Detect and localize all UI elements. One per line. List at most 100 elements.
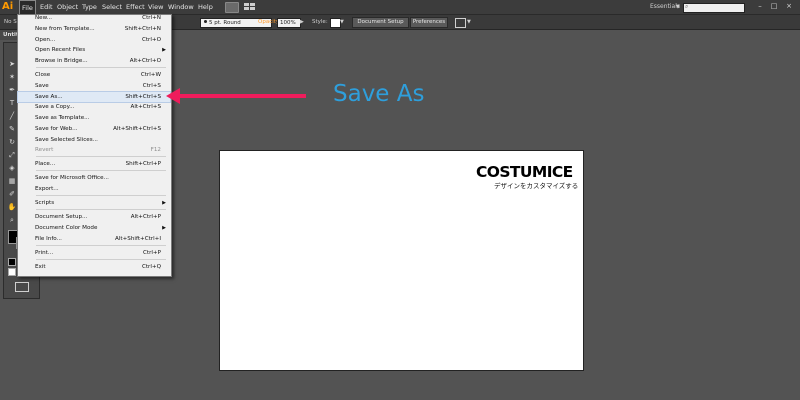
- file-menu-item[interactable]: Save a Copy... Alt+Ctrl+S: [18, 102, 170, 112]
- selection-tool-icon[interactable]: ➤: [7, 60, 17, 69]
- preferences-button[interactable]: Preferences: [410, 17, 448, 28]
- menu-separator: [36, 195, 166, 196]
- menu-item-shortcut: Ctrl+O: [141, 37, 161, 43]
- file-menu-item[interactable]: Open Recent Files ▶: [18, 45, 170, 55]
- menu-item-shortcut: Shift+Ctrl+N: [124, 26, 161, 32]
- file-menu-item[interactable]: Save as Template...: [18, 113, 170, 123]
- menu-item-label: Place...: [35, 161, 56, 167]
- file-menu-item[interactable]: Close Ctrl+W: [18, 70, 170, 80]
- arrange-documents-icon[interactable]: [243, 2, 261, 11]
- menu-item-label: Save Selected Slices...: [35, 137, 98, 143]
- menu-item-shortcut: Shift+Ctrl+P: [125, 161, 161, 167]
- opacity-field[interactable]: 100%: [277, 18, 301, 28]
- file-menu-item[interactable]: Browse in Bridge... Alt+Ctrl+O: [18, 56, 170, 66]
- menu-edit[interactable]: Edit: [38, 0, 55, 14]
- file-menu-item[interactable]: Save for Web... Alt+Shift+Ctrl+S: [18, 124, 170, 134]
- close-button[interactable]: ×: [783, 1, 795, 12]
- submenu-arrow-icon: ▶: [162, 200, 166, 206]
- menu-item-label: Revert: [35, 147, 54, 153]
- menu-file[interactable]: File: [19, 0, 36, 14]
- magic-wand-icon[interactable]: ✶: [7, 73, 17, 82]
- eyedropper-icon[interactable]: ✐: [7, 190, 17, 199]
- arrange-icon[interactable]: [455, 18, 466, 28]
- menu-effect[interactable]: Effect: [124, 0, 147, 14]
- menu-item-label: File Info...: [35, 236, 62, 242]
- draw-normal-icon[interactable]: [8, 258, 16, 266]
- style-arrow-icon[interactable]: ▼: [340, 15, 344, 29]
- file-menu-item[interactable]: New... Ctrl+N: [18, 13, 170, 23]
- type-tool-icon[interactable]: T: [7, 99, 17, 108]
- menu-separator: [36, 259, 166, 260]
- search-input[interactable]: [683, 3, 745, 13]
- file-menu-item: Revert F12: [18, 145, 170, 155]
- file-menu-item[interactable]: Save As... Shift+Ctrl+S: [17, 91, 171, 103]
- menu-item-label: New...: [35, 15, 53, 21]
- line-tool-icon[interactable]: ╱: [7, 112, 17, 121]
- menu-item-shortcut: Alt+Shift+Ctrl+S: [113, 126, 161, 132]
- bridge-icon[interactable]: [225, 2, 239, 13]
- menu-item-shortcut: Alt+Ctrl+S: [130, 104, 161, 110]
- app-logo: Ai: [2, 1, 14, 12]
- annotation-arrow-head: [166, 88, 180, 104]
- menu-view[interactable]: View: [146, 0, 165, 14]
- file-menu-item[interactable]: File Info... Alt+Shift+Ctrl+I: [18, 234, 170, 244]
- menu-type[interactable]: Type: [80, 0, 99, 14]
- mesh-tool-icon[interactable]: ▦: [7, 177, 17, 186]
- file-menu-item[interactable]: New from Template... Shift+Ctrl+N: [18, 24, 170, 34]
- menu-item-label: Exit: [35, 264, 46, 270]
- paintbrush-icon[interactable]: ✎: [7, 125, 17, 134]
- file-menu-item[interactable]: Open... Ctrl+O: [18, 35, 170, 45]
- menu-item-label: Save for Microsoft Office...: [35, 175, 109, 181]
- menu-separator: [36, 67, 166, 68]
- draw-inside-icon[interactable]: [8, 268, 16, 276]
- scale-tool-icon[interactable]: ⤢: [7, 151, 17, 160]
- menu-item-label: Document Setup...: [35, 214, 88, 220]
- pen-tool-icon[interactable]: ✒: [7, 86, 17, 95]
- menu-item-shortcut: Ctrl+W: [140, 72, 161, 78]
- file-menu-item[interactable]: Export...: [18, 184, 170, 194]
- file-menu-item[interactable]: Save for Microsoft Office...: [18, 173, 170, 183]
- menu-separator: [36, 209, 166, 210]
- shape-builder-icon[interactable]: ◈: [7, 164, 17, 173]
- minimize-button[interactable]: –: [754, 1, 766, 12]
- maximize-button[interactable]: □: [768, 1, 780, 12]
- arrange-arrow-icon[interactable]: ▼: [467, 15, 471, 29]
- file-menu-item[interactable]: Document Color Mode ▶: [18, 223, 170, 233]
- annotation-callout: Save As: [333, 81, 425, 107]
- file-menu-item[interactable]: Save Selected Slices...: [18, 135, 170, 145]
- menu-item-shortcut: Alt+Ctrl+O: [129, 58, 161, 64]
- document-setup-button[interactable]: Document Setup: [352, 17, 409, 28]
- zoom-tool-icon[interactable]: ⌕: [7, 216, 17, 225]
- file-menu-item[interactable]: Exit Ctrl+Q: [18, 262, 170, 272]
- screen-mode-icon[interactable]: [15, 282, 29, 292]
- file-menu-item[interactable]: Scripts ▶: [18, 198, 170, 208]
- rotate-tool-icon[interactable]: ↻: [7, 138, 17, 147]
- menu-item-shortcut: Ctrl+S: [142, 83, 161, 89]
- menu-item-label: Save for Web...: [35, 126, 78, 132]
- file-menu-item[interactable]: Place... Shift+Ctrl+P: [18, 159, 170, 169]
- menu-item-shortcut: Ctrl+P: [142, 250, 161, 256]
- submenu-arrow-icon: ▶: [162, 225, 166, 231]
- menu-separator: [36, 170, 166, 171]
- menu-item-label: Print...: [35, 250, 54, 256]
- menu-item-label: Save As...: [35, 94, 63, 100]
- style-label: Style:: [312, 19, 328, 25]
- file-menu-item[interactable]: Document Setup... Alt+Ctrl+P: [18, 212, 170, 222]
- menu-item-label: Close: [35, 72, 51, 78]
- chevron-down-icon[interactable]: ▼: [676, 0, 680, 14]
- opacity-arrow-icon[interactable]: ▶: [300, 15, 304, 29]
- menu-object[interactable]: Object: [55, 0, 80, 14]
- file-menu-item[interactable]: Print... Ctrl+P: [18, 248, 170, 258]
- menu-item-shortcut: Ctrl+Q: [141, 264, 161, 270]
- menu-item-label: Browse in Bridge...: [35, 58, 88, 64]
- menu-item-label: Scripts: [35, 200, 55, 206]
- menu-select[interactable]: Select: [100, 0, 124, 14]
- menu-separator: [36, 156, 166, 157]
- menu-window[interactable]: Window: [166, 0, 196, 14]
- menu-item-shortcut: F12: [150, 147, 161, 153]
- menu-help[interactable]: Help: [196, 0, 215, 14]
- file-menu-item[interactable]: Save Ctrl+S: [18, 81, 170, 91]
- menu-separator: [36, 245, 166, 246]
- hand-tool-icon[interactable]: ✋: [7, 203, 17, 212]
- search-icon: ⌕: [685, 3, 689, 10]
